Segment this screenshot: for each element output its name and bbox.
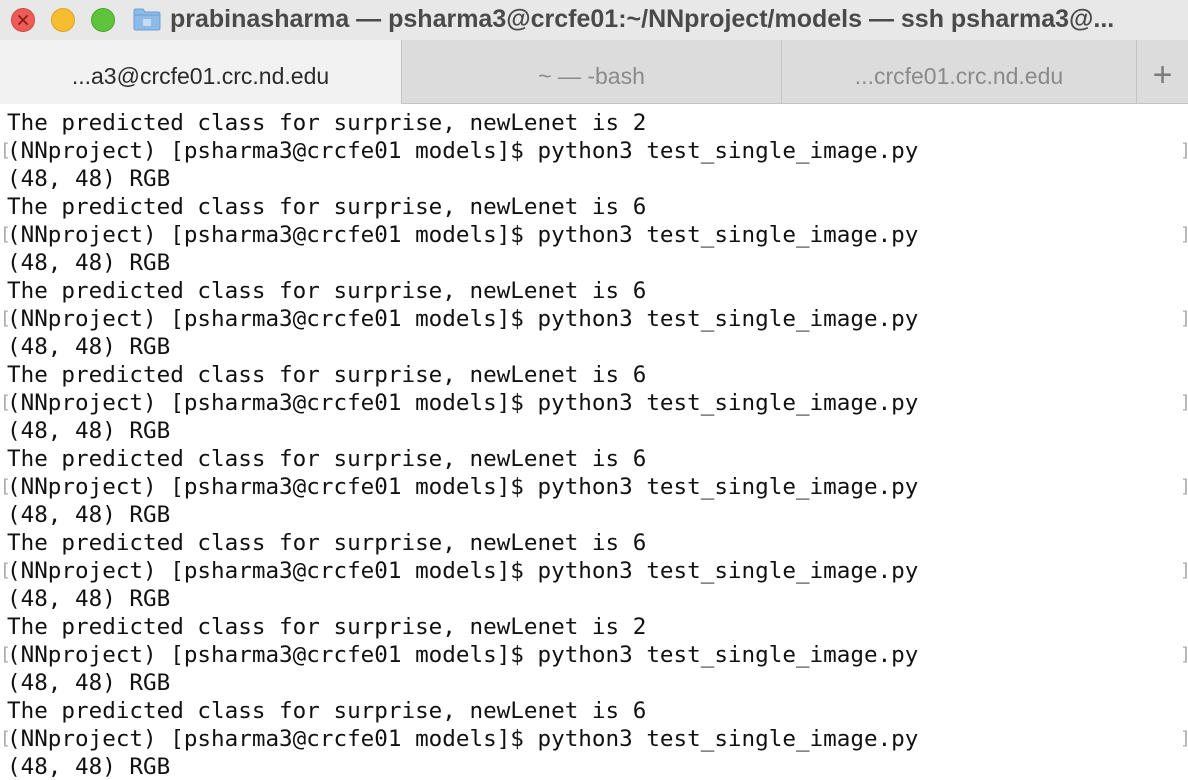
close-icon [18, 15, 28, 25]
terminal-prompt-line: (NNproject) [psharma3@crcfe01 models]$ p… [7, 726, 919, 752]
terminal-output-line: The predicted class for surprise, newLen… [7, 614, 647, 640]
zoom-button[interactable] [91, 8, 115, 32]
folder-icon [133, 8, 161, 31]
terminal-output-line: (48, 48) RGB [7, 670, 171, 696]
terminal-prompt-line: (NNproject) [psharma3@crcfe01 models]$ p… [7, 558, 919, 584]
terminal-output-line: (48, 48) RGB [7, 250, 171, 276]
terminal-prompt-line: (NNproject) [psharma3@crcfe01 models]$ p… [7, 306, 919, 332]
terminal-prompt-line: (NNproject) [psharma3@crcfe01 models]$ p… [7, 390, 919, 416]
window-title: prabinasharma — psharma3@crcfe01:~/NNpro… [170, 5, 1115, 33]
mark-bracket-right: ] [1180, 557, 1188, 585]
terminal-output-line: (48, 48) RGB [7, 418, 171, 444]
mark-bracket-right: ] [1180, 725, 1188, 753]
terminal-output-line: The predicted class for surprise, newLen… [7, 530, 647, 556]
minimize-button[interactable] [51, 8, 75, 32]
mark-bracket-left: [ [0, 308, 11, 329]
mark-bracket-right: ] [1180, 305, 1188, 333]
terminal-output-line: The predicted class for surprise, newLen… [7, 446, 647, 472]
mark-bracket-left: [ [0, 224, 11, 245]
terminal-prompt-line: (NNproject) [psharma3@crcfe01 models]$ p… [7, 474, 919, 500]
terminal-output-line: The predicted class for surprise, newLen… [7, 194, 647, 220]
terminal-output-line: The predicted class for surprise, newLen… [7, 278, 647, 304]
mark-bracket-left: [ [0, 560, 11, 581]
terminal-output-line: (48, 48) RGB [7, 502, 171, 528]
title-bar[interactable]: prabinasharma — psharma3@crcfe01:~/NNpro… [0, 0, 1188, 40]
mark-bracket-left: [ [0, 644, 11, 665]
tab-ssh-active[interactable]: ...a3@crcfe01.crc.nd.edu [0, 40, 402, 104]
terminal-output[interactable]: The predicted class for surprise, newLen… [0, 105, 1188, 780]
mark-bracket-left: [ [0, 728, 11, 749]
mark-bracket-right: ] [1180, 389, 1188, 417]
tab-bash[interactable]: ~ — -bash [402, 40, 782, 103]
tab-ssh-crcfe01[interactable]: ...crcfe01.crc.nd.edu [782, 40, 1137, 103]
terminal-prompt-line: (NNproject) [psharma3@crcfe01 models]$ p… [7, 138, 919, 164]
terminal-output-line: The predicted class for surprise, newLen… [7, 362, 647, 388]
mark-bracket-right: ] [1180, 137, 1188, 165]
terminal-prompt-line: (NNproject) [psharma3@crcfe01 models]$ p… [7, 222, 919, 248]
terminal-output-line: (48, 48) RGB [7, 754, 171, 780]
terminal-window: prabinasharma — psharma3@crcfe01:~/NNpro… [0, 0, 1188, 780]
terminal-output-line: (48, 48) RGB [7, 586, 171, 612]
mark-bracket-right: ] [1180, 641, 1188, 669]
terminal-output-line: (48, 48) RGB [7, 334, 171, 360]
mark-bracket-left: [ [0, 392, 11, 413]
new-tab-button[interactable]: + [1137, 40, 1188, 103]
terminal-output-line: The predicted class for surprise, newLen… [7, 110, 647, 136]
terminal-output-line: The predicted class for surprise, newLen… [7, 698, 647, 724]
terminal-prompt-line: (NNproject) [psharma3@crcfe01 models]$ p… [7, 642, 919, 668]
tab-bar: ...a3@crcfe01.crc.nd.edu ~ — -bash ...cr… [0, 40, 1188, 104]
mark-bracket-right: ] [1180, 473, 1188, 501]
mark-bracket-left: [ [0, 476, 11, 497]
close-button[interactable] [11, 8, 35, 32]
mark-bracket-left: [ [0, 140, 11, 161]
mark-bracket-right: ] [1180, 221, 1188, 249]
terminal-output-line: (48, 48) RGB [7, 166, 171, 192]
